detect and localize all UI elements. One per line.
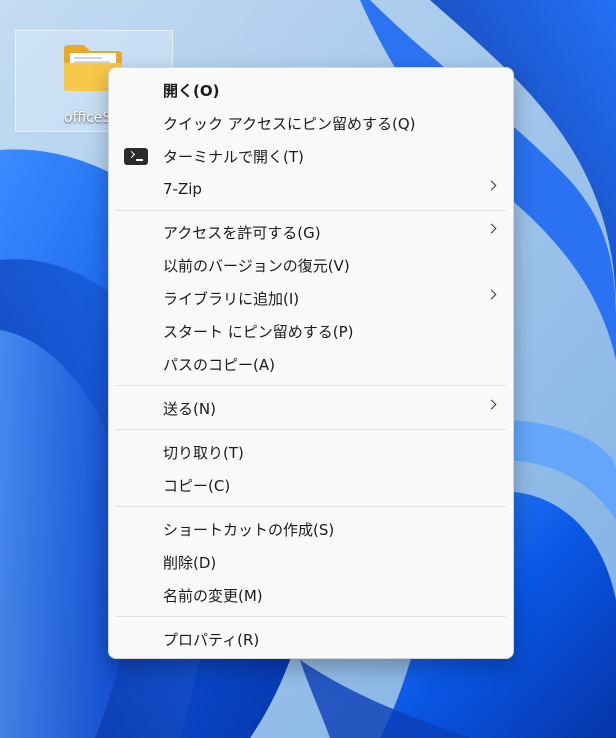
menu-item-open-terminal[interactable]: ターミナルで開く(T) bbox=[113, 141, 509, 171]
menu-item-label: 削除(D) bbox=[163, 553, 217, 572]
menu-item-copy[interactable]: コピー(C) bbox=[113, 470, 509, 500]
menu-separator bbox=[116, 385, 506, 386]
menu-item-include-library[interactable]: ライブラリに追加(I) bbox=[113, 283, 509, 313]
menu-item-label: 7-Zip bbox=[163, 180, 202, 198]
chevron-right-icon bbox=[486, 399, 497, 410]
menu-item-send-to[interactable]: 送る(N) bbox=[113, 393, 509, 423]
menu-item-label: 送る(N) bbox=[163, 399, 216, 418]
menu-item-properties[interactable]: プロパティ(R) bbox=[113, 624, 509, 654]
context-menu: 開く(O) クイック アクセスにピン留めする(Q) ターミナルで開く(T) 7-… bbox=[108, 67, 514, 659]
menu-item-restore-previous[interactable]: 以前のバージョンの復元(V) bbox=[113, 250, 509, 280]
menu-item-label: 切り取り(T) bbox=[163, 443, 244, 462]
menu-item-label: パスのコピー(A) bbox=[163, 355, 275, 374]
menu-item-label: ターミナルで開く(T) bbox=[163, 147, 304, 166]
menu-item-label: スタート にピン留めする(P) bbox=[163, 322, 354, 341]
menu-item-give-access[interactable]: アクセスを許可する(G) bbox=[113, 217, 509, 247]
menu-item-7zip[interactable]: 7-Zip bbox=[113, 174, 509, 204]
menu-item-label: 以前のバージョンの復元(V) bbox=[163, 256, 350, 275]
menu-item-label: クイック アクセスにピン留めする(Q) bbox=[163, 114, 416, 133]
menu-item-create-shortcut[interactable]: ショートカットの作成(S) bbox=[113, 514, 509, 544]
chevron-right-icon bbox=[486, 289, 497, 300]
menu-separator bbox=[116, 210, 506, 211]
menu-item-cut[interactable]: 切り取り(T) bbox=[113, 437, 509, 467]
menu-item-label: ショートカットの作成(S) bbox=[163, 520, 335, 539]
menu-item-delete[interactable]: 削除(D) bbox=[113, 547, 509, 577]
chevron-right-icon bbox=[486, 223, 497, 234]
menu-separator bbox=[116, 429, 506, 430]
menu-item-label: 名前の変更(M) bbox=[163, 586, 263, 605]
menu-item-label: プロパティ(R) bbox=[163, 630, 260, 649]
menu-item-pin-quick-access[interactable]: クイック アクセスにピン留めする(Q) bbox=[113, 108, 509, 138]
menu-item-rename[interactable]: 名前の変更(M) bbox=[113, 580, 509, 610]
menu-item-open[interactable]: 開く(O) bbox=[113, 75, 509, 105]
menu-item-label: 開く(O) bbox=[163, 81, 220, 100]
menu-item-label: ライブラリに追加(I) bbox=[163, 289, 300, 308]
menu-separator bbox=[116, 506, 506, 507]
chevron-right-icon bbox=[486, 180, 497, 191]
menu-item-label: コピー(C) bbox=[163, 476, 231, 495]
menu-separator bbox=[116, 616, 506, 617]
terminal-icon bbox=[124, 148, 148, 165]
menu-item-label: アクセスを許可する(G) bbox=[163, 223, 321, 242]
menu-item-copy-path[interactable]: パスのコピー(A) bbox=[113, 349, 509, 379]
menu-item-pin-start[interactable]: スタート にピン留めする(P) bbox=[113, 316, 509, 346]
